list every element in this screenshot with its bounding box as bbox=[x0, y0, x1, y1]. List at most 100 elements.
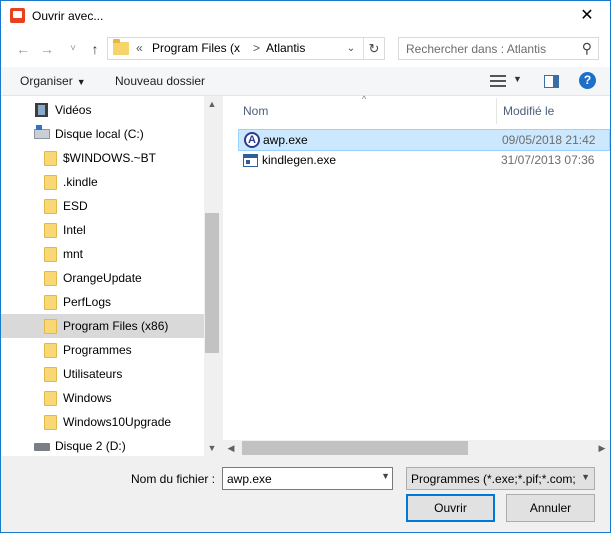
preview-pane-icon[interactable] bbox=[544, 75, 559, 88]
sort-ascending-icon: ^ bbox=[362, 94, 367, 104]
search-icon: ⚲ bbox=[581, 40, 592, 56]
drive-icon bbox=[34, 443, 50, 451]
organize-label: Organiser bbox=[20, 74, 73, 88]
close-button[interactable]: ✕ bbox=[564, 1, 610, 31]
folder-icon bbox=[44, 199, 57, 214]
folder-icon bbox=[44, 367, 57, 382]
command-bar: Organiser ▼ Nouveau dossier ▼ ? bbox=[1, 67, 610, 96]
chevron-down-icon[interactable]: ▼ bbox=[381, 471, 390, 481]
chevron-down-icon[interactable]: ▼ bbox=[513, 74, 522, 84]
address-overflow[interactable]: « bbox=[136, 41, 143, 55]
tree-scrollbar[interactable]: ▲ ▼ bbox=[204, 96, 220, 456]
open-button[interactable]: Ouvrir bbox=[406, 494, 495, 522]
tree-item-local-disk-c[interactable]: Disque local (C:) bbox=[1, 122, 204, 146]
up-button[interactable]: ↑ bbox=[85, 39, 105, 59]
horizontal-scrollbar-thumb[interactable] bbox=[242, 441, 468, 455]
executable-icon bbox=[243, 154, 258, 167]
tree-item-label: OrangeUpdate bbox=[63, 271, 142, 285]
cancel-button[interactable]: Annuler bbox=[506, 494, 595, 522]
view-options-icon[interactable] bbox=[490, 75, 506, 88]
column-header-modified[interactable]: Modifié le bbox=[503, 104, 554, 118]
scroll-right-arrow[interactable]: ▶ bbox=[594, 440, 610, 456]
address-dropdown-button[interactable]: ⌄ bbox=[341, 38, 361, 59]
close-icon: ✕ bbox=[580, 7, 594, 24]
search-input[interactable]: Rechercher dans : Atlantis bbox=[406, 42, 546, 56]
filename-combobox[interactable]: ▼ bbox=[222, 467, 393, 490]
help-icon[interactable]: ? bbox=[579, 72, 596, 89]
forward-button[interactable]: → bbox=[37, 39, 57, 59]
folder-icon bbox=[44, 223, 57, 238]
file-row-awp[interactable]: A awp.exe 09/05/2018 21:42 bbox=[238, 129, 610, 151]
tree-item-esd[interactable]: ESD bbox=[1, 194, 204, 218]
tree-item-utilisateurs[interactable]: Utilisateurs bbox=[1, 362, 204, 386]
folder-icon bbox=[44, 319, 57, 334]
navigation-tree: Vidéos Disque local (C:) $WINDOWS.~BT .k… bbox=[1, 96, 220, 456]
tree-item-videos[interactable]: Vidéos bbox=[1, 98, 204, 122]
tree-item-windows10upgrade[interactable]: Windows10Upgrade bbox=[1, 410, 204, 434]
chevron-down-icon: ▼ bbox=[581, 472, 590, 482]
tree-item-label: Programmes bbox=[63, 343, 132, 357]
video-icon bbox=[35, 103, 48, 117]
refresh-button[interactable]: ↻ bbox=[363, 38, 384, 59]
tree-item-windows-bt[interactable]: $WINDOWS.~BT bbox=[1, 146, 204, 170]
tree-item-kindle[interactable]: .kindle bbox=[1, 170, 204, 194]
tree-item-disk-d[interactable]: Disque 2 (D:) bbox=[1, 434, 204, 458]
address-segment-program-files[interactable]: Program Files (x bbox=[152, 41, 240, 55]
address-segment-atlantis[interactable]: Atlantis bbox=[266, 41, 305, 55]
drive-icon bbox=[34, 125, 50, 139]
scroll-up-arrow[interactable]: ▲ bbox=[204, 96, 220, 112]
app-icon bbox=[10, 8, 25, 23]
back-button[interactable]: ← bbox=[13, 39, 33, 59]
file-list-horizontal-scrollbar[interactable]: ◀ ▶ bbox=[223, 440, 610, 456]
tree-item-label: Intel bbox=[63, 223, 86, 237]
filename-input[interactable] bbox=[223, 468, 373, 489]
folder-icon bbox=[44, 343, 57, 358]
recent-locations-button[interactable]: ˅ bbox=[63, 39, 83, 59]
tree-item-label: Disque local (C:) bbox=[55, 127, 144, 141]
tree-scrollbar-thumb[interactable] bbox=[205, 213, 219, 353]
refresh-icon: ↻ bbox=[368, 41, 380, 56]
filename-label: Nom du fichier : bbox=[131, 472, 216, 486]
organize-button[interactable]: Organiser ▼ bbox=[20, 74, 86, 88]
window-title: Ouvrir avec... bbox=[32, 9, 104, 23]
title-bar: Ouvrir avec... ✕ bbox=[1, 1, 610, 31]
filetype-select[interactable]: Programmes (*.exe;*.pif;*.com; ▼ bbox=[406, 467, 595, 490]
tree-item-windows[interactable]: Windows bbox=[1, 386, 204, 410]
folder-icon bbox=[44, 271, 57, 286]
file-list: ^ Nom Modifié le A awp.exe 09/05/2018 21… bbox=[223, 94, 610, 456]
filetype-value: Programmes (*.exe;*.pif;*.com; bbox=[411, 472, 576, 486]
tree-item-orangeupdate[interactable]: OrangeUpdate bbox=[1, 266, 204, 290]
tree-item-label: Utilisateurs bbox=[63, 367, 123, 381]
address-separator[interactable]: > bbox=[253, 41, 260, 55]
tree-item-program-files-x86[interactable]: Program Files (x86) bbox=[1, 314, 204, 338]
navigation-bar: ← → ˅ ↑ « Program Files (x > Atlantis ⌄ … bbox=[1, 31, 610, 67]
file-name: kindlegen.exe bbox=[262, 153, 337, 167]
address-bar[interactable]: « Program Files (x > Atlantis ⌄ ↻ bbox=[107, 37, 385, 60]
tree-item-programmes[interactable]: Programmes bbox=[1, 338, 204, 362]
tree-item-label: Program Files (x86) bbox=[63, 319, 169, 333]
chevron-down-icon: ▼ bbox=[76, 77, 86, 87]
tree-item-label: Vidéos bbox=[55, 103, 92, 117]
folder-icon bbox=[44, 247, 57, 262]
folder-icon bbox=[44, 151, 57, 166]
folder-icon bbox=[113, 39, 129, 55]
chevron-down-icon: ⌄ bbox=[346, 43, 356, 54]
scroll-down-arrow[interactable]: ▼ bbox=[204, 440, 220, 456]
tree-item-label: $WINDOWS.~BT bbox=[63, 151, 157, 165]
column-header-name[interactable]: Nom bbox=[243, 104, 268, 118]
tree-item-label: mnt bbox=[63, 247, 84, 261]
column-divider[interactable] bbox=[496, 98, 497, 124]
scroll-left-arrow[interactable]: ◀ bbox=[223, 440, 239, 456]
new-folder-button[interactable]: Nouveau dossier bbox=[115, 74, 205, 88]
tree-item-mnt[interactable]: mnt bbox=[1, 242, 204, 266]
tree-item-label: Windows bbox=[63, 391, 112, 405]
file-modified: 09/05/2018 21:42 bbox=[502, 133, 596, 147]
open-with-dialog: Ouvrir avec... ✕ ← → ˅ ↑ « Program Files… bbox=[0, 0, 611, 533]
file-row-kindlegen[interactable]: kindlegen.exe 31/07/2013 07:36 bbox=[238, 150, 610, 172]
tree-item-perflogs[interactable]: PerfLogs bbox=[1, 290, 204, 314]
tree-item-intel[interactable]: Intel bbox=[1, 218, 204, 242]
tree-item-label: Windows10Upgrade bbox=[63, 415, 172, 429]
tree-item-label: ESD bbox=[63, 199, 88, 213]
search-box[interactable]: Rechercher dans : Atlantis ⚲ bbox=[398, 37, 599, 60]
awp-app-icon: A bbox=[244, 132, 260, 148]
